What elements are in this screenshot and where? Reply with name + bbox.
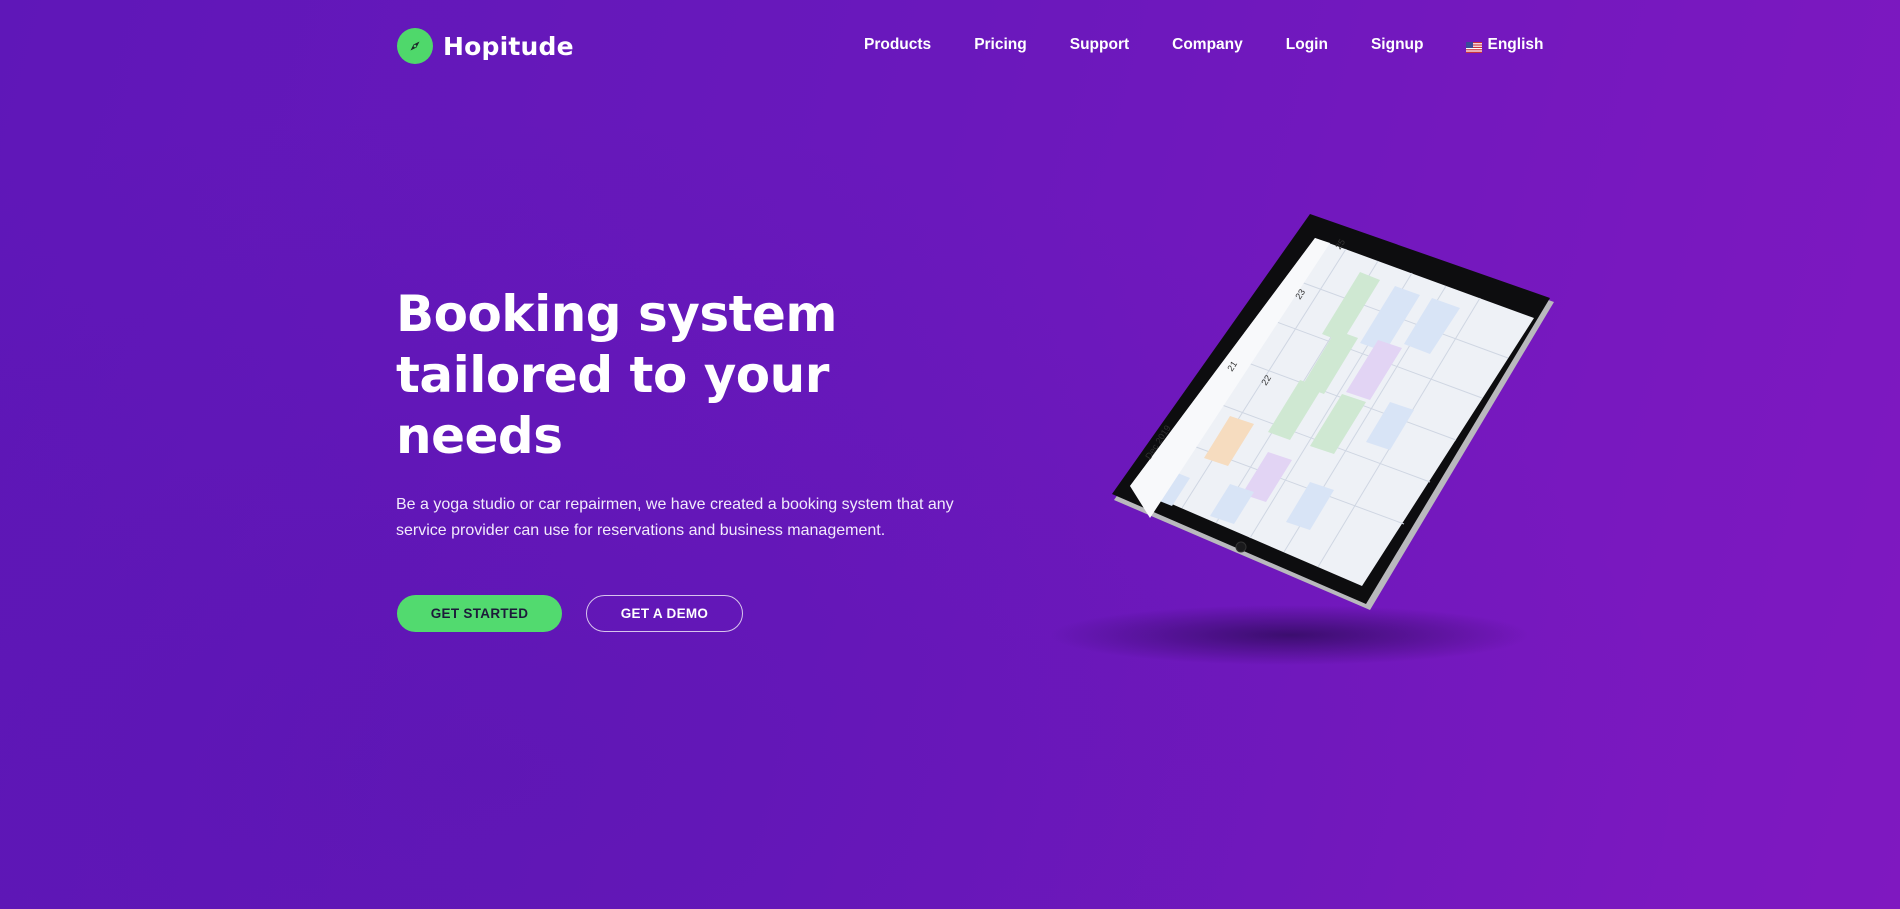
- nav-company[interactable]: Company: [1172, 36, 1243, 54]
- nav-pricing[interactable]: Pricing: [974, 36, 1027, 54]
- nav-support[interactable]: Support: [1070, 36, 1129, 54]
- get-a-demo-button[interactable]: GET A DEMO: [586, 595, 743, 632]
- nav-signup[interactable]: Signup: [1371, 36, 1424, 54]
- hero-subtitle: Be a yoga studio or car repairmen, we ha…: [396, 496, 954, 539]
- main-nav: Products Pricing Support Company Login S…: [864, 36, 1543, 54]
- home-button-icon: [1235, 541, 1247, 553]
- tablet-illustration: Dec 2019 21 22 23 25: [1040, 190, 1640, 690]
- brand-name: Hopitude: [443, 31, 574, 61]
- hero-title: Booking system tailored to your needs: [396, 285, 838, 465]
- nav-products[interactable]: Products: [864, 36, 931, 54]
- language-selector[interactable]: English: [1466, 36, 1543, 54]
- tablet-graphic: Dec 2019 21 22 23 25: [1050, 214, 1554, 665]
- language-label: English: [1487, 36, 1544, 53]
- nav-login[interactable]: Login: [1286, 36, 1328, 54]
- tablet-shadow: [1050, 605, 1530, 665]
- us-flag-icon: [1466, 40, 1483, 53]
- compass-icon: [397, 28, 433, 64]
- get-started-button[interactable]: GET STARTED: [397, 595, 562, 632]
- brand-logo[interactable]: Hopitude: [397, 28, 574, 64]
